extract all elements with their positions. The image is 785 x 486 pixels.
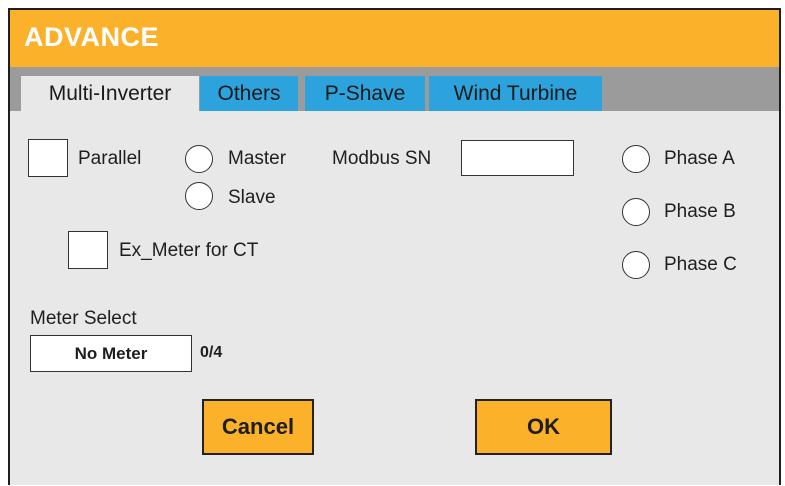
slave-radio[interactable] — [185, 182, 213, 210]
ex-meter-label: Ex_Meter for CT — [119, 240, 259, 261]
ex-meter-checkbox[interactable] — [68, 231, 108, 269]
master-radio[interactable] — [185, 145, 213, 173]
modbus-sn-input[interactable] — [461, 140, 574, 176]
tab-multi-inverter[interactable]: Multi-Inverter — [21, 76, 199, 111]
advance-dialog: ADVANCE Multi-Inverter Others P-Shave Wi… — [8, 8, 781, 485]
ok-button[interactable]: OK — [475, 399, 612, 455]
phase-c-radio[interactable] — [622, 251, 650, 279]
slave-label: Slave — [228, 187, 276, 208]
phase-b-label: Phase B — [664, 201, 736, 222]
phase-b-radio[interactable] — [622, 198, 650, 226]
title-bar: ADVANCE — [10, 10, 779, 67]
phase-a-label: Phase A — [664, 148, 735, 169]
meter-select-button[interactable]: No Meter — [30, 335, 192, 372]
meter-count: 0/4 — [200, 344, 223, 361]
tab-wind-turbine[interactable]: Wind Turbine — [429, 76, 602, 111]
meter-select-label: Meter Select — [30, 308, 137, 329]
tab-bar: Multi-Inverter Others P-Shave Wind Turbi… — [10, 67, 779, 111]
dialog-title: ADVANCE — [24, 22, 160, 52]
master-label: Master — [228, 148, 287, 169]
parallel-label: Parallel — [78, 148, 142, 169]
parallel-checkbox[interactable] — [28, 139, 68, 177]
tab-others[interactable]: Others — [200, 76, 298, 111]
cancel-button[interactable]: Cancel — [202, 399, 314, 455]
phase-a-radio[interactable] — [622, 145, 650, 173]
phase-c-label: Phase C — [664, 254, 737, 275]
modbus-sn-label: Modbus SN — [332, 148, 432, 169]
tab-p-shave[interactable]: P-Shave — [305, 76, 425, 111]
